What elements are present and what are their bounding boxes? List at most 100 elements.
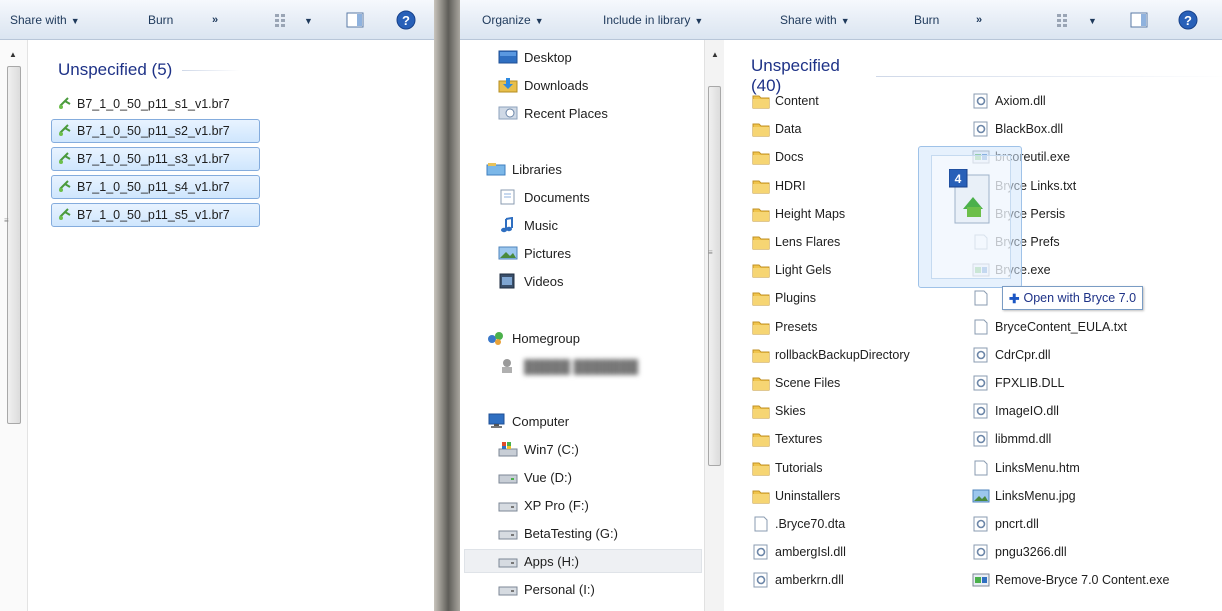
file-item[interactable]: LinksMenu.htm [972, 457, 1080, 479]
nav-item-music[interactable]: Music [498, 213, 558, 237]
file-item[interactable]: .Bryce70.dta [752, 513, 845, 535]
more-commands-button[interactable]: » [976, 14, 982, 26]
navigation-pane: Desktop Downloads Recent Places Librarie… [460, 40, 704, 611]
nav-label: XP Pro (F:) [524, 497, 589, 513]
left-scrollbar[interactable]: ▲ ≡ [0, 40, 28, 611]
file-item[interactable]: amberkrn.dll [752, 569, 844, 591]
folder-item[interactable]: Height Maps [752, 203, 845, 225]
svg-text:?: ? [402, 13, 410, 28]
item-label: Plugins [775, 291, 816, 306]
bryce-file-icon [58, 179, 72, 196]
item-label: Lens Flares [775, 235, 841, 249]
dll-file-icon [752, 544, 770, 560]
help-icon: ? [396, 10, 416, 30]
file-item[interactable]: LinksMenu.jpg [972, 485, 1076, 507]
burn-button[interactable]: Burn [148, 13, 173, 27]
folder-item[interactable]: Data [752, 118, 801, 140]
svg-text:▼: ▼ [304, 16, 312, 26]
application-icon [972, 572, 990, 588]
chevron-down-icon: ▼ [840, 15, 850, 26]
file-item[interactable]: Remove-Bryce 7.0 Content.exe [972, 569, 1169, 591]
folder-item[interactable]: HDRI [752, 175, 806, 197]
include-in-library-button[interactable]: Include in library ▼ [603, 13, 703, 27]
file-item[interactable]: CdrCpr.dll [972, 344, 1051, 366]
preview-pane-button[interactable] [1130, 11, 1148, 29]
help-button[interactable]: ? [1178, 10, 1198, 30]
nav-item-libraries[interactable]: Libraries [486, 157, 562, 181]
folder-item[interactable]: Presets [752, 316, 817, 338]
nav-item-drive-d[interactable]: Vue (D:) [498, 465, 572, 489]
nav-item-drive-c[interactable]: Win7 (C:) [498, 437, 579, 461]
folder-item[interactable]: Lens Flares [752, 231, 840, 253]
folder-item[interactable]: Skies [752, 400, 806, 422]
nav-item-desktop[interactable]: Desktop [498, 45, 572, 69]
item-label: LinksMenu.htm [995, 460, 1080, 475]
nav-item-homegroup-user[interactable]: █████ ███████ [498, 354, 638, 378]
dll-file-icon [972, 93, 990, 109]
more-commands-button[interactable]: » [212, 14, 218, 26]
user-icon [498, 358, 518, 374]
nav-item-downloads[interactable]: Downloads [498, 73, 588, 97]
nav-item-drive-g[interactable]: BetaTesting (G:) [498, 521, 618, 545]
nav-item-documents[interactable]: Documents [498, 185, 590, 209]
folder-icon [752, 290, 770, 306]
organize-button[interactable]: Organize ▼ [482, 13, 544, 27]
file-item[interactable]: pngu3266.dll [972, 541, 1067, 563]
file-item-s3[interactable]: B7_1_0_50_p11_s3_v1.br7 [51, 147, 260, 171]
folder-item[interactable]: Scene Files [752, 372, 840, 394]
file-item[interactable]: BryceContent_EULA.txt [972, 316, 1127, 338]
help-button[interactable]: ? [396, 10, 416, 30]
item-label: LinksMenu.jpg [995, 488, 1076, 503]
nav-label: Documents [524, 189, 590, 205]
share-with-button[interactable]: Share with ▼ [780, 13, 850, 27]
document-icon [972, 290, 990, 306]
item-label: Skies [775, 404, 806, 419]
view-options-button[interactable]: ▼ [274, 11, 312, 29]
file-item[interactable]: libmmd.dll [972, 428, 1051, 450]
nav-label: BetaTesting (G:) [524, 525, 618, 541]
file-item-s1[interactable]: B7_1_0_50_p11_s1_v1.br7 [52, 92, 259, 116]
burn-button[interactable]: Burn [914, 13, 939, 27]
nav-item-recent-places[interactable]: Recent Places [498, 101, 608, 125]
folder-item[interactable]: rollbackBackupDirectory [752, 344, 910, 366]
nav-item-drive-i[interactable]: Personal (I:) [498, 577, 595, 601]
svg-text:?: ? [1184, 13, 1192, 28]
nav-item-drive-h[interactable]: Apps (H:) [464, 549, 702, 573]
preview-pane-button[interactable] [346, 11, 364, 29]
view-options-button[interactable]: ▼ [1056, 11, 1096, 29]
folder-item[interactable]: Textures [752, 428, 822, 450]
file-item[interactable]: pncrt.dll [972, 513, 1039, 535]
folder-item[interactable]: Light Gels [752, 259, 831, 281]
share-with-button[interactable]: Share with ▼ [10, 13, 80, 27]
folder-item[interactable]: Docs [752, 146, 803, 168]
file-item[interactable]: BlackBox.dll [972, 118, 1063, 140]
file-item-s4[interactable]: B7_1_0_50_p11_s4_v1.br7 [51, 175, 260, 199]
share-with-label: Share with [780, 12, 837, 27]
nav-item-computer[interactable]: Computer [486, 409, 569, 433]
nav-item-pictures[interactable]: Pictures [498, 241, 571, 265]
nav-item-drive-f[interactable]: XP Pro (F:) [498, 493, 589, 517]
file-item[interactable]: Axiom.dll [972, 90, 1046, 112]
folder-item[interactable]: Content [752, 90, 819, 112]
right-toolbar: Organize ▼ Include in library ▼ Share with… [460, 0, 1222, 40]
drive-icon [498, 497, 518, 513]
desktop-icon [498, 49, 518, 65]
file-item[interactable]: FPXLIB.DLL [972, 372, 1064, 394]
file-item-s5[interactable]: B7_1_0_50_p11_s5_v1.br7 [51, 203, 260, 227]
folder-item[interactable]: Tutorials [752, 457, 822, 479]
file-name: B7_1_0_50_p11_s3_v1.br7 [77, 152, 230, 166]
file-item[interactable]: ambergIsl.dll [752, 541, 846, 563]
folder-item[interactable]: Uninstallers [752, 485, 840, 507]
nav-item-videos[interactable]: Videos [498, 269, 564, 293]
file-item[interactable] [972, 287, 995, 309]
file-item-s2[interactable]: B7_1_0_50_p11_s2_v1.br7 [51, 119, 260, 143]
scroll-up-icon[interactable]: ▲ [9, 50, 17, 59]
scroll-thumb[interactable] [708, 86, 721, 466]
folder-item[interactable]: Plugins [752, 287, 816, 309]
dll-file-icon [752, 572, 770, 588]
nav-scrollbar[interactable]: ▲ ≡ [704, 40, 724, 611]
file-item[interactable]: ImageIO.dll [972, 400, 1059, 422]
scroll-thumb[interactable] [7, 66, 21, 424]
nav-item-homegroup[interactable]: Homegroup [486, 326, 580, 350]
scroll-up-icon[interactable]: ▲ [711, 50, 719, 59]
